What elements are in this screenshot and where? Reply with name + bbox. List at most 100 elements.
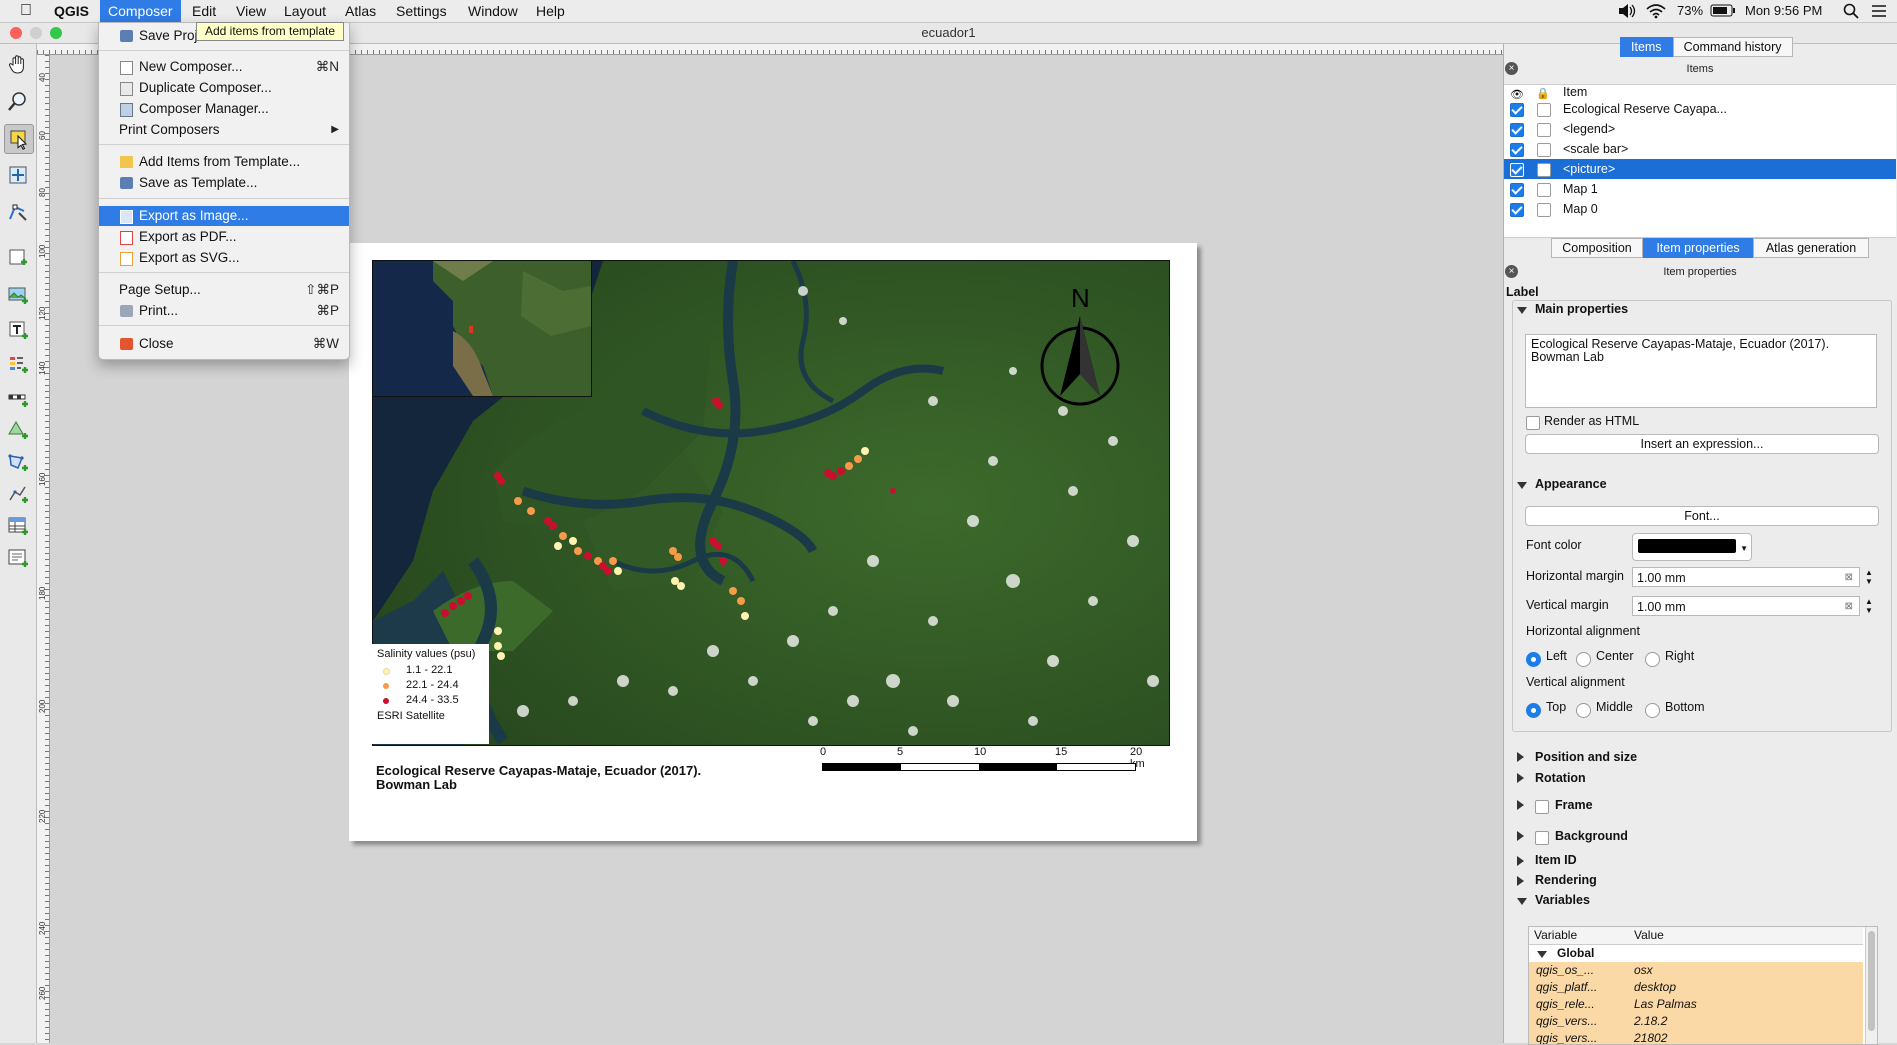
visible-checkbox[interactable] [1510, 183, 1524, 197]
visible-checkbox[interactable] [1510, 203, 1524, 217]
horizontal-margin-spinbox[interactable]: 1.00 mm ⊠ [1632, 567, 1860, 587]
variable-row[interactable]: qgis_platf... desktop [1529, 979, 1863, 996]
spotlight-search-icon[interactable] [1843, 0, 1859, 22]
add-label-button[interactable] [4, 316, 32, 344]
main-properties-heading[interactable]: Main properties [1535, 302, 1628, 316]
expand-icon[interactable] [1517, 800, 1524, 810]
menu-item-export-as-image[interactable]: Export as Image... [99, 206, 349, 226]
menu-item-composer-manager[interactable]: Composer Manager... [99, 99, 349, 119]
map-item-map-1[interactable] [372, 260, 592, 397]
add-scalebar-button[interactable] [4, 384, 32, 412]
item-row-selected[interactable]: <picture> [1504, 159, 1896, 179]
add-attribute-table-button[interactable] [4, 512, 32, 540]
variable-row[interactable]: qgis_vers... 2.18.2 [1529, 1013, 1863, 1030]
lock-checkbox[interactable] [1537, 163, 1551, 177]
menu-window[interactable]: Window [460, 0, 526, 22]
lock-checkbox[interactable] [1537, 183, 1551, 197]
add-polyline-button[interactable] [4, 480, 32, 508]
tab-command-history[interactable]: Command history [1672, 37, 1793, 57]
menu-edit[interactable]: Edit [184, 0, 224, 22]
font-color-button[interactable]: ▼ [1632, 533, 1752, 561]
menu-item-add-items-from-template[interactable]: Add Items from Template... [99, 152, 349, 172]
menu-item-export-as-pdf[interactable]: Export as PDF... [99, 227, 349, 247]
add-html-frame-button[interactable] [4, 544, 32, 572]
insert-expression-button[interactable]: Insert an expression... [1525, 434, 1879, 454]
item-row[interactable]: <legend> [1504, 119, 1896, 139]
variable-row[interactable]: qgis_rele... Las Palmas [1529, 996, 1863, 1013]
halign-left-radio[interactable] [1526, 652, 1541, 667]
variables-scrollbar[interactable] [1865, 927, 1877, 1044]
visible-checkbox[interactable] [1510, 123, 1524, 137]
menu-item-print[interactable]: Print... ⌘P [99, 301, 349, 321]
lock-checkbox[interactable] [1537, 123, 1551, 137]
menu-layout[interactable]: Layout [276, 0, 334, 22]
frame-checkbox[interactable] [1535, 800, 1549, 814]
notification-center-icon[interactable] [1870, 0, 1888, 22]
menu-item-duplicate-composer[interactable]: Duplicate Composer... [99, 78, 349, 98]
menu-item-close[interactable]: Close ⌘W [99, 334, 349, 354]
add-legend-button[interactable] [4, 350, 32, 378]
wifi-icon[interactable] [1646, 0, 1666, 22]
variables-group-row[interactable]: Global [1529, 945, 1863, 962]
expand-icon[interactable] [1517, 752, 1524, 762]
label-item[interactable]: Ecological Reserve Cayapas-Mataje, Ecuad… [376, 764, 796, 792]
expand-icon[interactable] [1517, 773, 1524, 783]
background-heading[interactable]: Background [1555, 829, 1628, 843]
menu-view[interactable]: View [228, 0, 274, 22]
halign-right-radio[interactable] [1645, 652, 1660, 667]
clear-icon[interactable]: ⊠ [1845, 597, 1853, 617]
tab-items[interactable]: Items [1620, 37, 1673, 57]
variable-row[interactable]: qgis_os_... osx [1529, 962, 1863, 979]
item-id-heading[interactable]: Item ID [1535, 853, 1577, 867]
menu-item-new-composer[interactable]: New Composer... ⌘N [99, 57, 349, 77]
appearance-heading[interactable]: Appearance [1535, 477, 1607, 491]
item-row[interactable]: Ecological Reserve Cayapa... [1504, 99, 1896, 119]
menu-item-export-as-svg[interactable]: Export as SVG... [99, 248, 349, 268]
label-text-area[interactable]: Ecological Reserve Cayapas-Mataje, Ecuad… [1525, 334, 1877, 408]
add-node-item-button[interactable] [4, 448, 32, 476]
item-row[interactable]: Map 0 [1504, 199, 1896, 219]
expand-icon[interactable] [1517, 856, 1524, 866]
lock-checkbox[interactable] [1537, 143, 1551, 157]
background-checkbox[interactable] [1535, 831, 1549, 845]
frame-heading[interactable]: Frame [1555, 798, 1593, 812]
menu-atlas[interactable]: Atlas [337, 0, 384, 22]
expand-icon[interactable] [1517, 876, 1524, 886]
battery-icon[interactable] [1710, 0, 1736, 22]
spin-arrows-icon[interactable]: ▲ ▼ [1865, 597, 1873, 615]
expand-icon[interactable] [1517, 831, 1524, 841]
apple-icon[interactable]:  [12, 0, 40, 22]
render-html-checkbox[interactable] [1526, 416, 1540, 430]
legend-item[interactable]: Salinity values (psu) 1.1 - 22.1 22.1 - … [372, 644, 489, 744]
menu-settings[interactable]: Settings [388, 0, 455, 22]
zoom-tool-button[interactable] [4, 87, 32, 115]
add-new-map-button[interactable] [4, 244, 32, 272]
menu-help[interactable]: Help [528, 0, 573, 22]
visible-checkbox[interactable] [1510, 143, 1524, 157]
menu-composer[interactable]: Composer [100, 0, 181, 22]
item-row[interactable]: <scale bar> [1504, 139, 1896, 159]
item-row[interactable]: Map 1 [1504, 179, 1896, 199]
valign-bottom-radio[interactable] [1645, 703, 1660, 718]
menu-item-page-setup[interactable]: Page Setup... ⇧⌘P [99, 280, 349, 300]
tab-composition[interactable]: Composition [1551, 238, 1643, 258]
variables-heading[interactable]: Variables [1535, 893, 1590, 907]
spin-arrows-icon[interactable]: ▲ ▼ [1865, 568, 1873, 586]
select-move-item-button[interactable] [4, 124, 34, 154]
pan-tool-button[interactable] [4, 50, 32, 78]
collapse-icon[interactable] [1537, 951, 1547, 958]
visible-checkbox[interactable] [1510, 103, 1524, 117]
font-button[interactable]: Font... [1525, 506, 1879, 526]
valign-middle-radio[interactable] [1576, 703, 1591, 718]
add-image-button[interactable] [4, 281, 32, 309]
menubar-clock[interactable]: Mon 9:56 PM [1745, 0, 1822, 22]
volume-icon[interactable] [1617, 0, 1637, 22]
clear-icon[interactable]: ⊠ [1845, 568, 1853, 588]
position-size-heading[interactable]: Position and size [1535, 750, 1637, 764]
add-shape-button[interactable] [4, 416, 32, 444]
collapse-icon[interactable] [1517, 307, 1527, 314]
collapse-icon[interactable] [1517, 898, 1527, 905]
halign-center-radio[interactable] [1576, 652, 1591, 667]
collapse-icon[interactable] [1517, 482, 1527, 489]
menu-item-save-as-template[interactable]: Save as Template... [99, 173, 349, 193]
